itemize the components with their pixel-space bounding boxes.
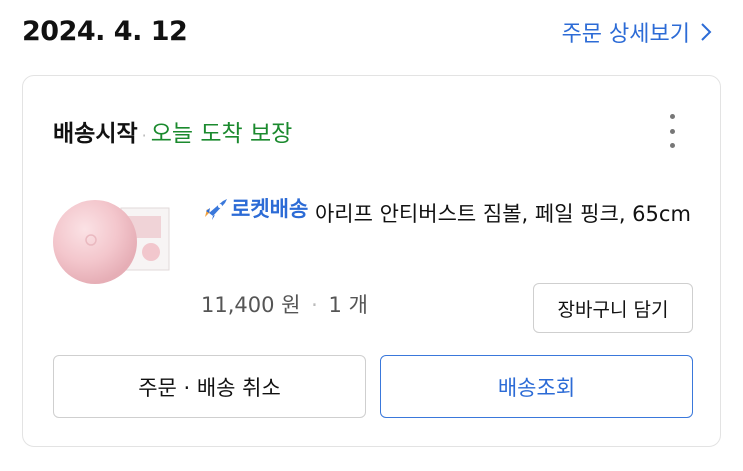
- product-price: 11,400 원: [201, 293, 301, 317]
- more-options-icon[interactable]: [662, 114, 682, 148]
- product-quantity: 1 개: [328, 293, 368, 317]
- delivery-guarantee: 오늘 도착 보장: [150, 121, 293, 147]
- product-title[interactable]: 로켓배송 아리프 안티버스트 짐볼, 페일 핑크, 65cm: [201, 188, 701, 235]
- add-to-cart-button[interactable]: 장바구니 담기: [533, 283, 693, 333]
- gym-ball-image: [53, 200, 170, 284]
- shipment-status-row: 배송시작 · 오늘 도착 보장: [53, 114, 292, 148]
- order-card: 배송시작 · 오늘 도착 보장 로켓배송 아리프 안티버스트 짐볼, 페일 핑크…: [22, 75, 721, 447]
- rocket-delivery-badge: 로켓배송: [201, 188, 308, 230]
- track-delivery-button[interactable]: 배송조회: [380, 355, 693, 418]
- rocket-icon: [205, 199, 227, 220]
- order-date: 2024. 4. 12: [22, 16, 188, 47]
- chevron-right-icon: [701, 23, 712, 41]
- order-detail-label: 주문 상세보기: [561, 22, 690, 47]
- order-header: 2024. 4. 12 주문 상세보기: [22, 0, 722, 70]
- cancel-order-button[interactable]: 주문 · 배송 취소: [53, 355, 366, 418]
- order-detail-link[interactable]: 주문 상세보기: [562, 16, 712, 48]
- status-separator: ·: [141, 126, 147, 145]
- price-separator: ·: [311, 293, 318, 317]
- shipment-status: 배송시작: [53, 121, 138, 147]
- product-thumbnail[interactable]: [51, 194, 173, 302]
- price-quantity: 11,400 원 · 1 개: [201, 289, 368, 319]
- product-name: 아리프 안티버스트 짐볼, 페일 핑크, 65cm: [314, 202, 691, 226]
- rocket-delivery-label: 로켓배송: [231, 197, 309, 221]
